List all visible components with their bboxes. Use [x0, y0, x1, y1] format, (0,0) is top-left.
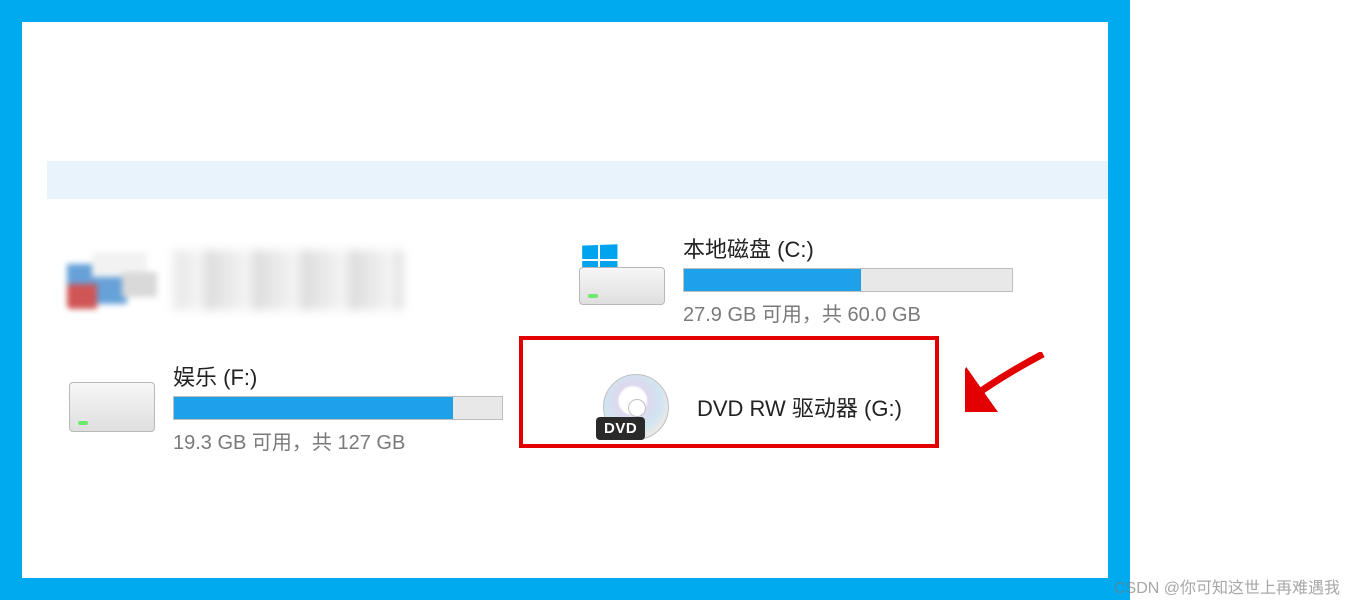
f-drive-usage-bar	[173, 396, 503, 420]
c-drive-usage-bar	[683, 268, 1013, 292]
drive-item-redacted[interactable]	[67, 232, 537, 327]
dvd-drive-icon: DVD	[591, 371, 681, 443]
g-drive-name: DVD RW 驱动器 (G:)	[697, 391, 983, 423]
explorer-content: 本地磁盘 (C:) 27.9 GB 可用，共 60.0 GB 娱乐 (F:)	[22, 22, 1108, 578]
drive-item-f[interactable]: 娱乐 (F:) 19.3 GB 可用，共 127 GB	[67, 357, 537, 457]
drive-row-1: 本地磁盘 (C:) 27.9 GB 可用，共 60.0 GB	[67, 232, 1088, 327]
f-drive-name: 娱乐 (F:)	[173, 360, 537, 392]
f-drive-stats: 19.3 GB 可用，共 127 GB	[173, 426, 537, 455]
dvd-badge: DVD	[596, 417, 645, 440]
drives-grid: 本地磁盘 (C:) 27.9 GB 可用，共 60.0 GB 娱乐 (F:)	[67, 232, 1088, 487]
redacted-drive-info	[173, 250, 537, 310]
c-drive-stats: 27.9 GB 可用，共 60.0 GB	[683, 298, 1047, 327]
c-drive-icon	[577, 244, 667, 316]
watermark-text: CSDN @你可知这世上再难遇我	[1114, 574, 1340, 598]
explorer-window: 本地磁盘 (C:) 27.9 GB 可用，共 60.0 GB 娱乐 (F:)	[0, 0, 1130, 600]
drive-item-c[interactable]: 本地磁盘 (C:) 27.9 GB 可用，共 60.0 GB	[577, 232, 1047, 327]
drive-item-g-dvd[interactable]: DVD DVD RW 驱动器 (G:)	[577, 357, 997, 457]
drives-group-header[interactable]	[47, 161, 1108, 199]
redacted-drive-icon	[67, 244, 157, 316]
f-drive-icon	[67, 371, 157, 443]
c-drive-name: 本地磁盘 (C:)	[683, 232, 1047, 264]
redacted-text	[173, 250, 403, 310]
drive-row-2: 娱乐 (F:) 19.3 GB 可用，共 127 GB DVD	[67, 357, 1088, 457]
